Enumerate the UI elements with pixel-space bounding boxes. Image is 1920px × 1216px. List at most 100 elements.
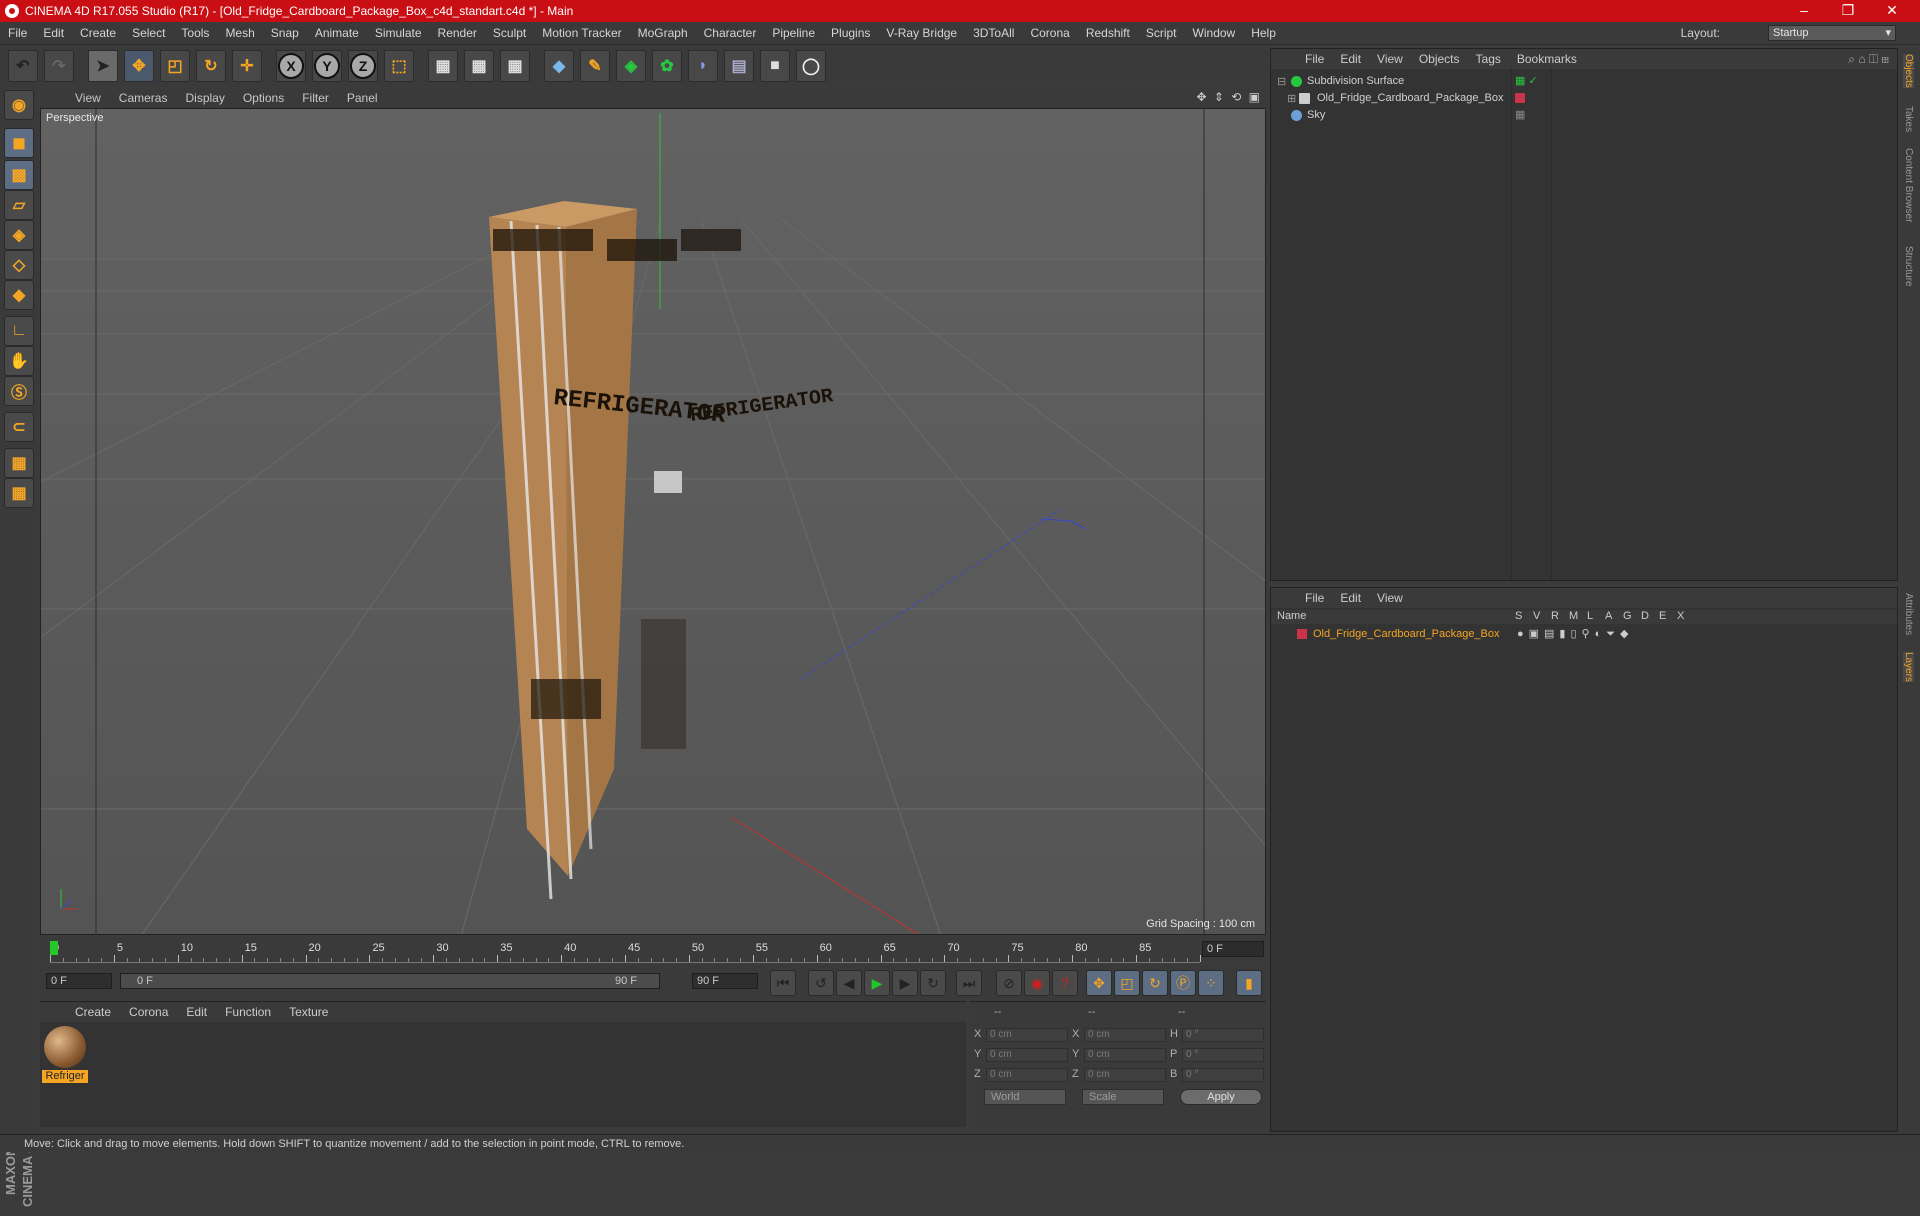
layout-dropdown[interactable]: Startup ▾ [1768, 25, 1896, 41]
coordinate-system-icon[interactable]: ⬚ [384, 49, 414, 82]
menu-animate[interactable]: Animate [307, 26, 367, 40]
menu-mograph[interactable]: MoGraph [630, 26, 696, 40]
key-pla-icon[interactable]: ⁘ [1198, 970, 1224, 996]
previous-frame-icon[interactable]: ◀ [836, 970, 862, 996]
rot-b-field[interactable]: 0 ° [1182, 1068, 1264, 1082]
select-arrow-icon[interactable]: ➤ [88, 49, 118, 82]
frame-range-slider[interactable]: 0 F 90 F [120, 973, 660, 989]
viewport-navigation-icons[interactable]: ✥ ⇕ ⟲ ▣ [1196, 90, 1262, 104]
maximize-button[interactable]: ❐ [1826, 0, 1870, 22]
tab-content-browser[interactable]: Content Browser [1903, 148, 1914, 222]
size-mode-dropdown[interactable]: Scale [1082, 1089, 1164, 1105]
next-frame-icon[interactable]: ▶ [892, 970, 918, 996]
render-settings-icon[interactable]: ▦ [500, 49, 530, 82]
menu-vray-bridge[interactable]: V-Ray Bridge [878, 26, 965, 40]
y-axis-icon[interactable]: Y [312, 49, 342, 82]
viewport-menu-view[interactable]: View [66, 91, 110, 105]
autokey-icon[interactable]: ◉ [1024, 970, 1050, 996]
x-axis-icon[interactable]: X [276, 49, 306, 82]
record-keys-off-icon[interactable]: ⊘ [996, 970, 1022, 996]
subdivision-icon[interactable]: ◈ [616, 49, 646, 82]
light-icon[interactable]: ◯ [796, 49, 826, 82]
minimize-button[interactable]: – [1782, 0, 1826, 22]
menu-help[interactable]: Help [1243, 26, 1284, 40]
render-picture-queue-icon[interactable]: ▦ [464, 49, 494, 82]
material-menu-create[interactable]: Create [66, 1005, 120, 1019]
pos-z-field[interactable]: 0 cm [986, 1068, 1068, 1082]
frame-ruler[interactable]: 051015202530354045505560657075808590 [50, 941, 1215, 963]
lm-menu-view[interactable]: View [1369, 591, 1411, 605]
material-menu-edit[interactable]: Edit [177, 1005, 216, 1019]
rot-h-field[interactable]: 0 ° [1182, 1028, 1264, 1042]
om-menu-bookmarks[interactable]: Bookmarks [1509, 52, 1585, 66]
previous-key-icon[interactable]: ↺ [808, 970, 834, 996]
material-menu-function[interactable]: Function [216, 1005, 280, 1019]
tab-layers[interactable]: Layers [1903, 652, 1914, 683]
menu-edit[interactable]: Edit [35, 26, 72, 40]
menu-3dtoall[interactable]: 3DToAll [965, 26, 1022, 40]
lm-menu-file[interactable]: File [1297, 591, 1332, 605]
apply-button[interactable]: Apply [1180, 1089, 1262, 1105]
deformer-icon[interactable]: ◗ [688, 49, 718, 82]
key-parameter-icon[interactable]: Ⓟ [1170, 970, 1196, 996]
viewport-menu-panel[interactable]: Panel [338, 91, 387, 105]
om-menu-tags[interactable]: Tags [1468, 52, 1509, 66]
edges-mode-icon[interactable]: ◇ [4, 250, 34, 280]
sculpt-mode-icon[interactable]: Ⓢ [4, 376, 34, 406]
object-row-fridge-box[interactable]: ⊞ Old_Fridge_Cardboard_Package_Box [1271, 90, 1897, 107]
key-scale-icon[interactable]: ◰ [1114, 970, 1140, 996]
material-menu-texture[interactable]: Texture [280, 1005, 337, 1019]
camera-icon[interactable]: ■ [760, 49, 790, 82]
scale-icon[interactable]: ◰ [160, 49, 190, 82]
size-y-field[interactable]: 0 cm [1084, 1048, 1166, 1062]
menu-file[interactable]: File [0, 26, 35, 40]
grid-lock-icon[interactable]: ▦ [4, 448, 34, 478]
om-menu-view[interactable]: View [1369, 52, 1411, 66]
make-editable-icon[interactable]: ◉ [4, 90, 34, 120]
viewport-menu-filter[interactable]: Filter [293, 91, 338, 105]
om-menu-objects[interactable]: Objects [1411, 52, 1468, 66]
material-name-label[interactable]: Refriger [42, 1070, 88, 1083]
render-view-icon[interactable]: ▦ [428, 49, 458, 82]
size-z-field[interactable]: 0 cm [1084, 1068, 1166, 1082]
go-to-end-icon[interactable]: ⏭ [956, 970, 982, 996]
rot-p-field[interactable]: 0 ° [1182, 1048, 1264, 1062]
floor-icon[interactable]: ▤ [724, 49, 754, 82]
next-key-icon[interactable]: ↻ [920, 970, 946, 996]
go-to-start-icon[interactable]: ⏮ [770, 970, 796, 996]
cube-primitive-icon[interactable]: ◆ [544, 49, 574, 82]
material-menu-corona[interactable]: Corona [120, 1005, 177, 1019]
array-icon[interactable]: ✿ [652, 49, 682, 82]
layer-flag-icons[interactable]: ●▣▤▮▯⚲◐⏷◆ [1517, 627, 1634, 641]
menu-sculpt[interactable]: Sculpt [485, 26, 534, 40]
lm-menu-edit[interactable]: Edit [1332, 591, 1369, 605]
menu-tools[interactable]: Tools [173, 26, 217, 40]
tweak-mode-icon[interactable]: ✋ [4, 346, 34, 376]
om-search-home-icons[interactable]: ⌕ ⌂ ◫ ⊞ [1848, 52, 1889, 67]
timeline-ruler[interactable]: 051015202530354045505560657075808590 0 F [40, 937, 1266, 963]
polygons-mode-icon[interactable]: ◆ [4, 280, 34, 310]
key-rotation-icon[interactable]: ↻ [1142, 970, 1168, 996]
end-frame-field[interactable]: 90 F [692, 973, 758, 989]
axis-mode-icon[interactable]: ∟ [4, 316, 34, 346]
points-mode-icon[interactable]: ◈ [4, 220, 34, 250]
collapse-icon[interactable]: ⊟ [1277, 75, 1286, 88]
pos-y-field[interactable]: 0 cm [986, 1048, 1068, 1062]
menu-redshift[interactable]: Redshift [1078, 26, 1138, 40]
material-preview-swatch[interactable] [44, 1026, 86, 1068]
tab-structure[interactable]: Structure [1903, 246, 1914, 287]
transform-icon[interactable]: ✛ [232, 49, 262, 82]
play-icon[interactable]: ▶ [864, 970, 890, 996]
menu-render[interactable]: Render [430, 26, 485, 40]
z-axis-icon[interactable]: Z [348, 49, 378, 82]
coordinate-space-dropdown[interactable]: World [984, 1089, 1066, 1105]
menu-script[interactable]: Script [1138, 26, 1185, 40]
timeline-window-icon[interactable]: ▮ [1236, 970, 1262, 996]
viewport-menu-display[interactable]: Display [176, 91, 233, 105]
tag-icon[interactable]: ▦ [1515, 108, 1525, 121]
perspective-viewport[interactable]: REFRIGERATOR REFRIGERATOR Perspective Gr… [40, 108, 1266, 935]
menu-pipeline[interactable]: Pipeline [764, 26, 823, 40]
workplane-icon[interactable]: ▱ [4, 190, 34, 220]
size-x-field[interactable]: 0 cm [1084, 1028, 1166, 1042]
tab-takes[interactable]: Takes [1903, 106, 1914, 132]
